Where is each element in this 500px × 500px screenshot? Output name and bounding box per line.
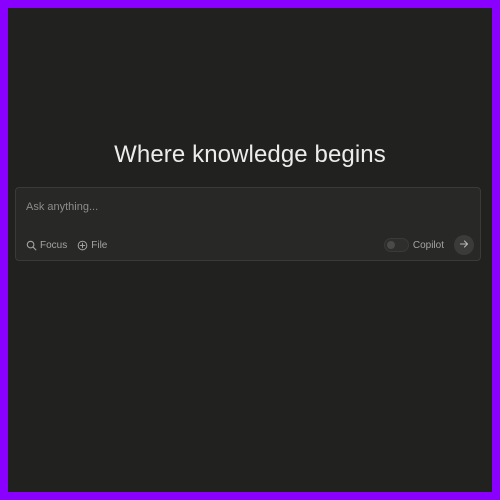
file-button[interactable]: File	[77, 240, 107, 251]
copilot-label: Copilot	[412, 239, 444, 251]
page-title: Where knowledge begins	[114, 141, 386, 168]
plus-circle-icon	[77, 240, 88, 251]
toggle-knob	[386, 241, 395, 249]
search-icon	[26, 240, 37, 251]
search-input[interactable]	[26, 198, 466, 216]
arrow-right-icon	[459, 236, 469, 254]
search-toolbar-left: Focus File	[26, 240, 107, 251]
submit-button[interactable]	[454, 235, 474, 255]
focus-label: Focus	[40, 240, 68, 251]
search-box[interactable]: Focus File Copilot	[15, 187, 481, 261]
copilot-toggle[interactable]	[383, 238, 409, 252]
app-frame: Where knowledge begins Focus	[8, 8, 492, 492]
focus-button[interactable]: Focus	[26, 240, 67, 251]
search-toolbar-right: Copilot	[383, 235, 474, 255]
file-label: File	[91, 240, 108, 251]
